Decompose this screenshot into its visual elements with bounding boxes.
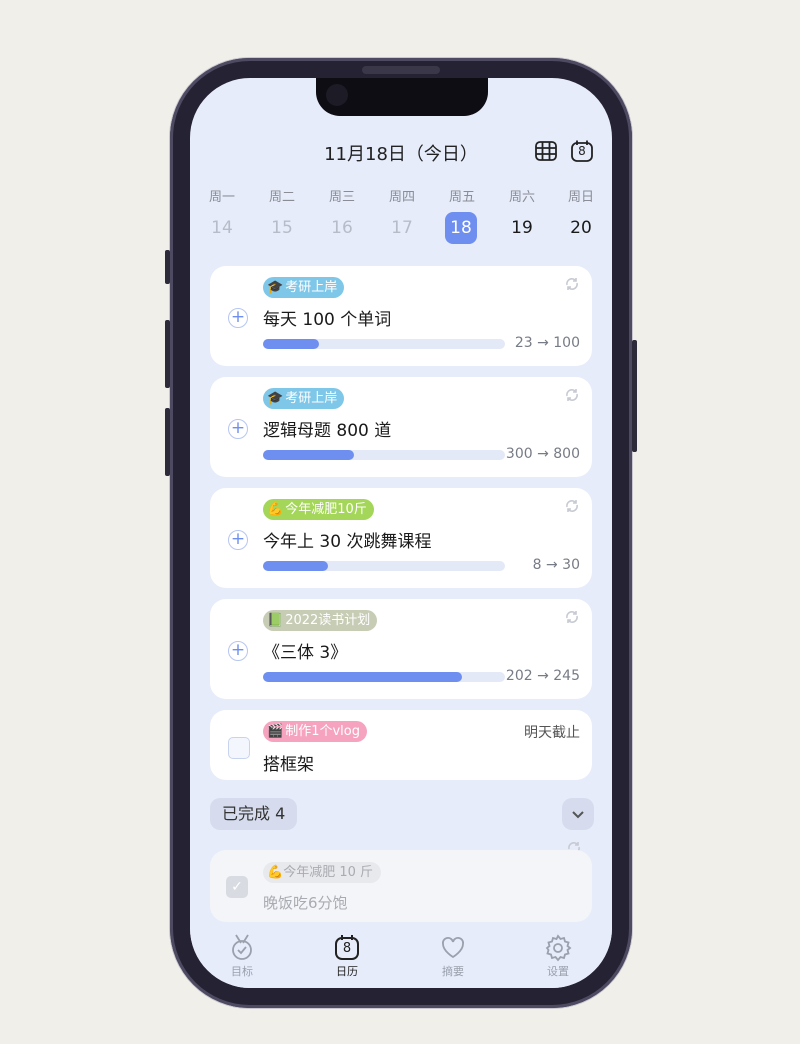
repeat-icon	[566, 278, 578, 290]
notch	[316, 78, 488, 116]
date-cell[interactable]: 17	[382, 212, 422, 244]
progress-bar	[263, 561, 505, 571]
tab-label: 日历	[336, 965, 358, 978]
task-title: 搭框架	[263, 755, 314, 775]
today-badge-number: 8	[578, 144, 586, 158]
progress-bar	[263, 339, 505, 349]
progress-text: 23 → 100	[514, 335, 580, 351]
goal-tag[interactable]: 🎬 制作1个vlog	[263, 721, 367, 742]
task-card[interactable]: 📗 2022读书计划 + 《三体 3》 202 → 245	[210, 599, 592, 699]
tab-label: 目标	[231, 965, 253, 978]
month-view-button[interactable]	[533, 138, 559, 164]
tab-goals[interactable]: 目标	[212, 932, 272, 979]
tag-emoji: 🎬	[267, 724, 284, 739]
expand-completed-button[interactable]	[562, 798, 594, 830]
due-label: 明天截止	[524, 725, 580, 741]
progress-bar	[263, 450, 505, 460]
bottom-tab-bar: 目标 8 日历 摘要 设置	[190, 926, 612, 988]
progress-fill	[263, 339, 319, 349]
header: 11月18日（今日） 8	[190, 138, 612, 168]
date-cell[interactable]: 20	[561, 212, 601, 244]
goal-tag[interactable]: 📗 2022读书计划	[263, 610, 378, 631]
weekday-label: 周四	[388, 190, 415, 205]
tag-emoji: 💪	[267, 502, 284, 517]
weekday-label: 周日	[567, 190, 594, 205]
task-card[interactable]: 🎓 考研上岸 + 每天 100 个单词 23 → 100	[210, 266, 592, 366]
date-cell-today[interactable]: 18	[445, 212, 477, 244]
volume-down-button	[165, 408, 170, 476]
checked-checkbox[interactable]: ✓	[226, 876, 248, 898]
add-progress-button[interactable]: +	[228, 419, 248, 439]
app-screen: 11月18日（今日） 8 周一 周二 周三 周四 周五 周六 周日 14 15 …	[190, 78, 612, 988]
grid-calendar-icon	[535, 141, 557, 161]
tag-label: 2022读书计划	[285, 613, 371, 628]
task-title: 今年上 30 次跳舞课程	[263, 532, 432, 552]
progress-bar	[263, 672, 505, 682]
repeat-icon	[566, 611, 578, 623]
weekday-label: 周五	[448, 190, 475, 205]
front-camera	[326, 84, 348, 106]
tag-emoji: 📗	[267, 613, 284, 628]
task-title: 逻辑母题 800 道	[263, 421, 392, 441]
tab-settings[interactable]: 设置	[528, 932, 588, 979]
chevron-down-icon	[572, 811, 584, 819]
tag-emoji: 💪	[267, 865, 284, 880]
weekday-label: 周二	[268, 190, 295, 205]
progress-fill	[263, 672, 463, 682]
tag-label: 制作1个vlog	[285, 724, 360, 739]
date-cell[interactable]: 14	[202, 212, 242, 244]
progress-fill	[263, 450, 354, 460]
progress-text: 202 → 245	[505, 668, 580, 684]
tag-label: 今年减肥10斤	[285, 502, 367, 517]
add-progress-button[interactable]: +	[228, 641, 248, 661]
task-card[interactable]: 💪 今年减肥10斤 + 今年上 30 次跳舞课程 8 → 30	[210, 488, 592, 588]
medal-icon	[232, 934, 252, 960]
weekday-label: 周三	[328, 190, 355, 205]
goal-tag: 💪今年减肥 10 斤	[263, 862, 381, 883]
repeat-icon	[566, 500, 578, 512]
progress-text: 8 → 30	[532, 557, 580, 573]
add-progress-button[interactable]: +	[228, 308, 248, 328]
today-button[interactable]: 8	[569, 138, 595, 164]
power-button	[632, 340, 637, 452]
date-cell[interactable]: 16	[322, 212, 362, 244]
add-progress-button[interactable]: +	[228, 530, 248, 550]
tab-label: 设置	[547, 965, 569, 978]
task-title: 每天 100 个单词	[263, 310, 392, 330]
goal-tag[interactable]: 🎓 考研上岸	[263, 388, 345, 409]
tag-label: 今年减肥 10 斤	[283, 865, 373, 880]
tag-emoji: 🎓	[267, 391, 284, 406]
weekday-label: 周六	[508, 190, 535, 205]
heart-icon	[442, 937, 464, 959]
task-card[interactable]: 🎓 考研上岸 + 逻辑母题 800 道 300 → 800	[210, 377, 592, 477]
mute-switch	[165, 250, 170, 284]
tab-calendar[interactable]: 8 日历	[317, 932, 377, 979]
weekday-label: 周一	[208, 190, 235, 205]
progress-text: 300 → 800	[505, 446, 580, 462]
goal-tag[interactable]: 💪 今年减肥10斤	[263, 499, 374, 520]
date-cell[interactable]: 15	[262, 212, 302, 244]
progress-fill	[263, 561, 328, 571]
gear-icon	[545, 934, 572, 962]
todo-card[interactable]: 🎬 制作1个vlog 明天截止 搭框架	[210, 710, 592, 780]
todo-checkbox[interactable]	[228, 737, 250, 759]
earpiece-speaker	[362, 66, 440, 74]
tag-emoji: 🎓	[267, 280, 284, 295]
calendar-badge: 8	[342, 941, 352, 956]
repeat-icon	[566, 389, 578, 401]
tag-label: 考研上岸	[285, 280, 338, 295]
volume-up-button	[165, 320, 170, 388]
tab-label: 摘要	[442, 965, 464, 978]
goal-tag[interactable]: 🎓 考研上岸	[263, 277, 345, 298]
tag-label: 考研上岸	[285, 391, 338, 406]
date-cell[interactable]: 19	[502, 212, 542, 244]
completed-task-card[interactable]: ✓ 💪今年减肥 10 斤 晚饭吃6分饱	[210, 850, 592, 922]
completed-section-toggle[interactable]: 已完成 4	[210, 798, 298, 830]
task-title: 《三体 3》	[263, 643, 348, 663]
task-title: 晚饭吃6分饱	[263, 894, 348, 912]
tab-summary[interactable]: 摘要	[423, 932, 483, 979]
